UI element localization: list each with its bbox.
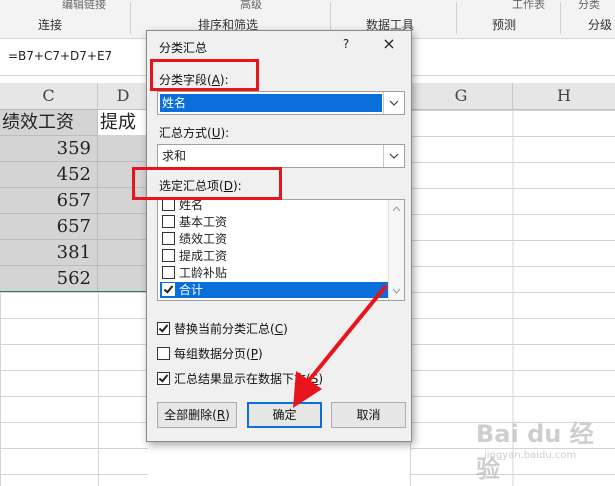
watermark: Bai du 经验 jingyan.baidu.com (462, 410, 612, 483)
watermark-url: jingyan.baidu.com (484, 450, 577, 461)
watermark-logo: Bai du 经验 (476, 420, 594, 483)
